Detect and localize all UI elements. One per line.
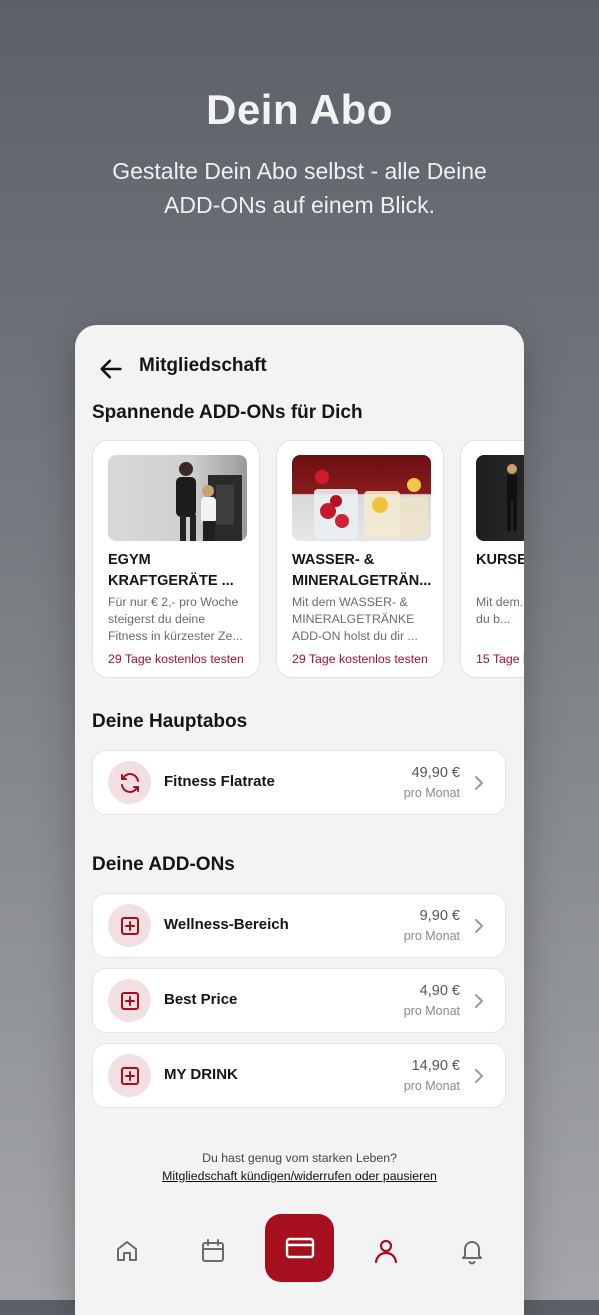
hero-subtitle: Gestalte Dein Abo selbst - alle Deine AD…	[112, 158, 487, 218]
chevron-right-icon	[475, 776, 483, 790]
addons-promo-title: Spannende ADD-ONs für Dich	[92, 402, 363, 423]
plus-square-icon	[108, 904, 151, 947]
arrow-left-icon[interactable]	[97, 355, 125, 383]
cancel-membership-link[interactable]: Mitgliedschaft kündigen/widerrufen oder …	[75, 1169, 524, 1183]
addon-period: pro Monat	[403, 1079, 460, 1093]
addon-card-description: Mit dem... für nur €... bist du b...	[476, 595, 524, 626]
subscription-price: 49,90 €	[411, 765, 460, 781]
addon-card-image	[108, 455, 247, 541]
nav-membership-button[interactable]	[265, 1214, 334, 1282]
home-icon[interactable]	[113, 1237, 141, 1265]
addon-price: 9,90 €	[419, 908, 460, 924]
page-title: Mitgliedschaft	[139, 355, 267, 376]
addon-price: 4,90 €	[419, 983, 460, 999]
addon-card-image	[292, 455, 431, 541]
phone-screen: Mitgliedschaft Spannende ADD-ONs für Dic…	[75, 325, 524, 1315]
addon-card-egym[interactable]: EGYM KRAFTGERÄTE ... Für nur € 2,- pro W…	[92, 440, 260, 678]
subscription-row-fitness-flatrate[interactable]: Fitness Flatrate 49,90 € pro Monat	[92, 750, 506, 815]
main-subscriptions-title: Deine Hauptabos	[92, 711, 248, 732]
hero-title: Dein Abo	[206, 86, 393, 133]
addon-card-title: WASSER- & MINERALGETRÄN...	[292, 552, 432, 589]
top-bar: Mitgliedschaft	[75, 339, 524, 397]
cancel-question: Du hast genug vom starken Leben?	[202, 1151, 397, 1165]
user-icon[interactable]	[372, 1237, 400, 1265]
bell-icon[interactable]	[458, 1237, 486, 1265]
addon-card-title: KURSE...	[476, 552, 524, 568]
plus-square-icon	[108, 1054, 151, 1097]
addon-price: 14,90 €	[411, 1058, 460, 1074]
addon-card-title: EGYM KRAFTGERÄTE ...	[108, 552, 234, 589]
my-addons-title: Deine ADD-ONs	[92, 854, 235, 875]
subscription-label: Fitness Flatrate	[164, 773, 275, 790]
card-icon	[285, 1237, 314, 1259]
addons-carousel[interactable]: EGYM KRAFTGERÄTE ... Für nur € 2,- pro W…	[92, 440, 524, 682]
subscription-period: pro Monat	[403, 786, 460, 800]
calendar-icon[interactable]	[199, 1237, 227, 1265]
refresh-icon	[108, 761, 151, 804]
addon-card-trial-link[interactable]: 29 Tage kostenlos testen	[292, 652, 442, 666]
addon-period: pro Monat	[403, 929, 460, 943]
addon-card-trial-link[interactable]: 29 Tage kostenlos testen	[108, 652, 258, 666]
addon-label: MY DRINK	[164, 1066, 238, 1083]
addon-label: Best Price	[164, 991, 238, 1008]
addon-card-courses[interactable]: KURSE... Mit dem... für nur €... bist du…	[460, 440, 524, 678]
addon-row-wellness[interactable]: Wellness-Bereich 9,90 € pro Monat	[92, 893, 506, 958]
plus-square-icon	[108, 979, 151, 1022]
chevron-right-icon	[475, 1069, 483, 1083]
chevron-right-icon	[475, 919, 483, 933]
addon-row-best-price[interactable]: Best Price 4,90 € pro Monat	[92, 968, 506, 1033]
addon-card-trial-link[interactable]: 15 Tage k...	[476, 652, 524, 666]
addon-label: Wellness-Bereich	[164, 916, 289, 933]
chevron-right-icon	[475, 994, 483, 1008]
addon-card-image	[476, 455, 524, 541]
addon-row-my-drink[interactable]: MY DRINK 14,90 € pro Monat	[92, 1043, 506, 1108]
addon-period: pro Monat	[403, 1004, 460, 1018]
addon-card-description: Für nur € 2,- pro Woche steigerst du dei…	[108, 595, 243, 643]
addon-card-water[interactable]: WASSER- & MINERALGETRÄN... Mit dem WASSE…	[276, 440, 444, 678]
addon-card-description: Mit dem WASSER- & MINERALGETRÄNKE ADD-ON…	[292, 595, 418, 643]
